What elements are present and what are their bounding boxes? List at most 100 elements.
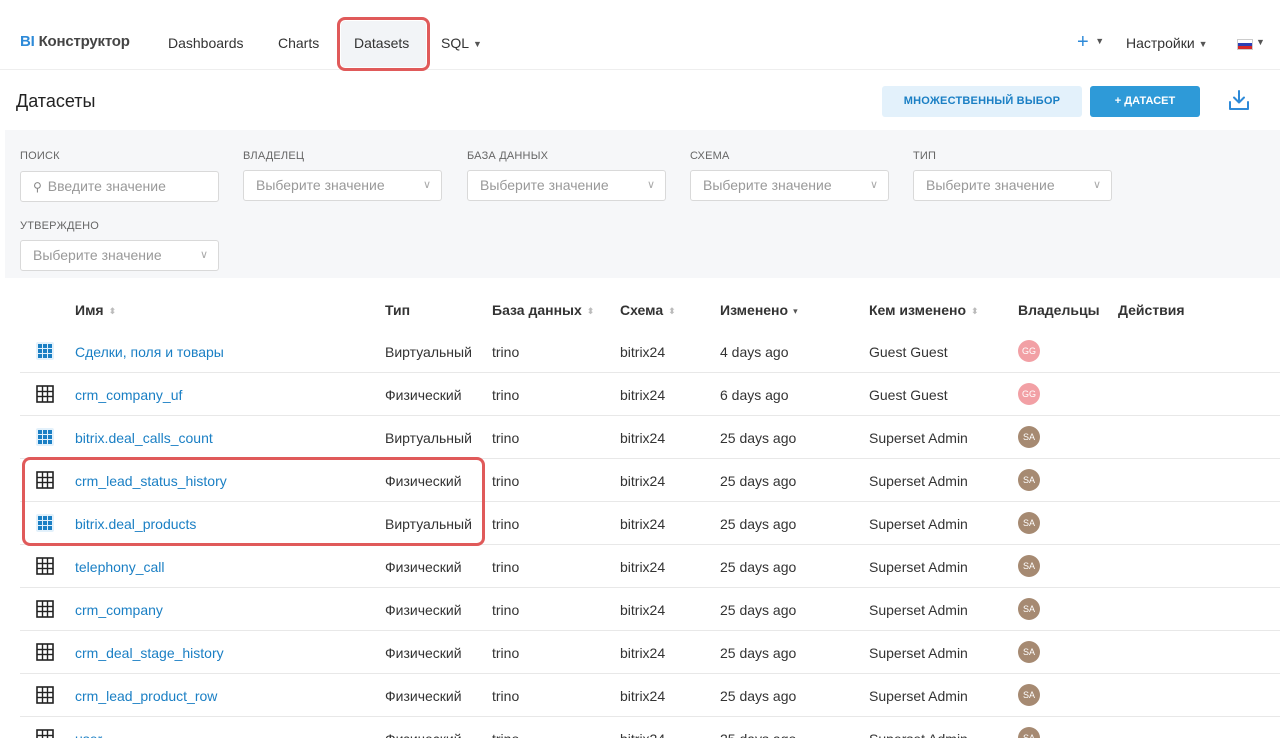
download-icon[interactable]	[1228, 88, 1250, 112]
dataset-modified-by: Superset Admin	[869, 688, 968, 704]
schema-select[interactable]: Выберите значение ∨	[690, 170, 889, 201]
dataset-type: Физический	[385, 731, 462, 738]
table-grid-icon	[36, 600, 54, 618]
dataset-schema: bitrix24	[620, 430, 666, 446]
avatar[interactable]: SA	[1018, 641, 1040, 663]
avatar[interactable]: SA	[1018, 469, 1040, 491]
schema-placeholder: Выберите значение	[703, 177, 832, 193]
dataset-modified-by: Superset Admin	[869, 559, 968, 575]
dataset-database: trino	[492, 473, 520, 489]
nav-dashboards[interactable]: Dashboards	[168, 35, 244, 51]
dataset-name-link[interactable]: crm_company	[75, 602, 163, 618]
type-select[interactable]: Выберите значение ∨	[913, 170, 1112, 201]
table-row[interactable]: bitrix.deal_calls_count Виртуальный trino b…	[20, 416, 1280, 459]
avatar[interactable]: SA	[1018, 426, 1040, 448]
new-item-menu[interactable]: + ▼	[1077, 31, 1104, 54]
chevron-down-icon: ▼	[473, 39, 482, 49]
add-dataset-button[interactable]: + ДАТАСЕТ	[1090, 86, 1200, 117]
col-header-modified-by[interactable]: Кем изменено ⬍	[869, 302, 979, 318]
owner-select[interactable]: Выберите значение ∨	[243, 170, 442, 201]
table-row[interactable]: crm_lead_status_history Физический trino bi…	[20, 459, 1280, 502]
avatar[interactable]: SA	[1018, 512, 1040, 534]
nav-charts[interactable]: Charts	[278, 35, 319, 51]
dataset-name-link[interactable]: crm_deal_stage_history	[75, 645, 224, 661]
dataset-name-link[interactable]: crm_lead_product_row	[75, 688, 217, 704]
nav-sql[interactable]: SQL ▼	[441, 35, 482, 51]
dataset-type: Физический	[385, 688, 462, 704]
dataset-modified-by: Guest Guest	[869, 344, 948, 360]
database-placeholder: Выберите значение	[480, 177, 609, 193]
dataset-modified: 25 days ago	[720, 602, 797, 618]
database-select[interactable]: Выберите значение ∨	[467, 170, 666, 201]
brand-logo[interactable]: BI Конструктор	[20, 33, 130, 50]
dataset-database: trino	[492, 387, 520, 403]
chevron-down-icon[interactable]: ▼	[1256, 37, 1265, 47]
dataset-name-link[interactable]: bitrix.deal_calls_count	[75, 430, 213, 446]
col-header-database[interactable]: База данных ⬍	[492, 302, 594, 318]
dataset-type: Физический	[385, 473, 462, 489]
dataset-name-link[interactable]: crm_company_uf	[75, 387, 182, 403]
dataset-name-link[interactable]: Сделки, поля и товары	[75, 344, 224, 360]
col-header-modified-by-label: Кем изменено	[869, 302, 967, 318]
settings-menu[interactable]: Настройки ▼	[1126, 35, 1208, 51]
dataset-type: Физический	[385, 559, 462, 575]
avatar[interactable]: SA	[1018, 555, 1040, 577]
col-header-type: Тип	[385, 302, 411, 318]
table-row[interactable]: crm_company Физический trino bitrix24 25 day…	[20, 588, 1280, 631]
sort-icon: ⬍	[586, 306, 595, 316]
dataset-name-link[interactable]: user	[75, 731, 102, 738]
search-icon: ⚲	[33, 180, 42, 194]
language-flag-icon[interactable]	[1237, 39, 1253, 50]
plus-icon: +	[1077, 31, 1089, 53]
col-header-schema-label: Схема	[620, 302, 664, 318]
dataset-type: Виртуальный	[385, 344, 472, 360]
table-row[interactable]: user Физический trino bitrix24 25 days ago Su…	[20, 717, 1280, 738]
filter-label-type: ТИП	[913, 150, 937, 162]
dataset-schema: bitrix24	[620, 602, 666, 618]
dataset-modified: 25 days ago	[720, 473, 797, 489]
dataset-name-link[interactable]: telephony_call	[75, 559, 165, 575]
certified-select[interactable]: Выберите значение ∨	[20, 240, 219, 271]
dataset-type: Виртуальный	[385, 516, 472, 532]
dataset-modified-by: Superset Admin	[869, 602, 968, 618]
table-row[interactable]: crm_deal_stage_history Физический trino bit…	[20, 631, 1280, 674]
certified-placeholder: Выберите значение	[33, 247, 162, 263]
table-row[interactable]: Сделки, поля и товары Виртуальный trino bit…	[20, 330, 1280, 373]
top-navbar: BI Конструктор Dashboards Charts Dataset…	[0, 0, 1280, 71]
nav-sql-label: SQL	[441, 35, 470, 51]
chevron-down-icon: ∨	[422, 179, 431, 191]
avatar[interactable]: SA	[1018, 598, 1040, 620]
dataset-schema: bitrix24	[620, 645, 666, 661]
table-row[interactable]: crm_company_uf Физический trino bitrix24 6 d…	[20, 373, 1280, 416]
col-header-owners: Владельцы	[1018, 302, 1100, 318]
avatar[interactable]: GG	[1018, 383, 1040, 405]
table-grid-icon	[36, 557, 54, 575]
avatar[interactable]: SA	[1018, 727, 1040, 738]
avatar[interactable]: SA	[1018, 684, 1040, 706]
dataset-modified: 25 days ago	[720, 645, 797, 661]
dataset-modified: 25 days ago	[720, 688, 797, 704]
sort-desc-icon: ▾	[793, 306, 798, 316]
table-grid-icon	[36, 385, 54, 403]
avatar[interactable]: GG	[1018, 340, 1040, 362]
dataset-type: Виртуальный	[385, 430, 472, 446]
col-header-name[interactable]: Имя ⬍	[75, 302, 116, 318]
dataset-modified: 25 days ago	[720, 559, 797, 575]
col-header-modified[interactable]: Изменено ▾	[720, 302, 798, 318]
dataset-modified: 25 days ago	[720, 731, 796, 738]
chevron-down-icon: ▼	[1198, 39, 1208, 49]
dataset-name-link[interactable]: bitrix.deal_products	[75, 516, 196, 532]
filter-label-certified: УТВЕРЖДЕНО	[20, 220, 100, 232]
table-row[interactable]: bitrix.deal_products Виртуальный trino bitr…	[20, 502, 1280, 545]
search-input[interactable]: ⚲ Введите значение	[20, 171, 219, 202]
dataset-name-link[interactable]: crm_lead_status_history	[75, 473, 227, 489]
logo-text: Конструктор	[38, 33, 130, 50]
dataset-type: Физический	[385, 602, 462, 618]
dataset-database: trino	[492, 344, 520, 360]
bulk-select-button[interactable]: МНОЖЕСТВЕННЫЙ ВЫБОР	[882, 86, 1082, 117]
page-title: Датасеты	[16, 91, 96, 111]
table-row[interactable]: telephony_call Физический trino bitrix24 25 …	[20, 545, 1280, 588]
col-header-schema[interactable]: Схема ⬍	[620, 302, 676, 318]
table-row[interactable]: crm_lead_product_row Физический trino bitri…	[20, 674, 1280, 717]
dataset-schema: bitrix24	[620, 559, 666, 575]
